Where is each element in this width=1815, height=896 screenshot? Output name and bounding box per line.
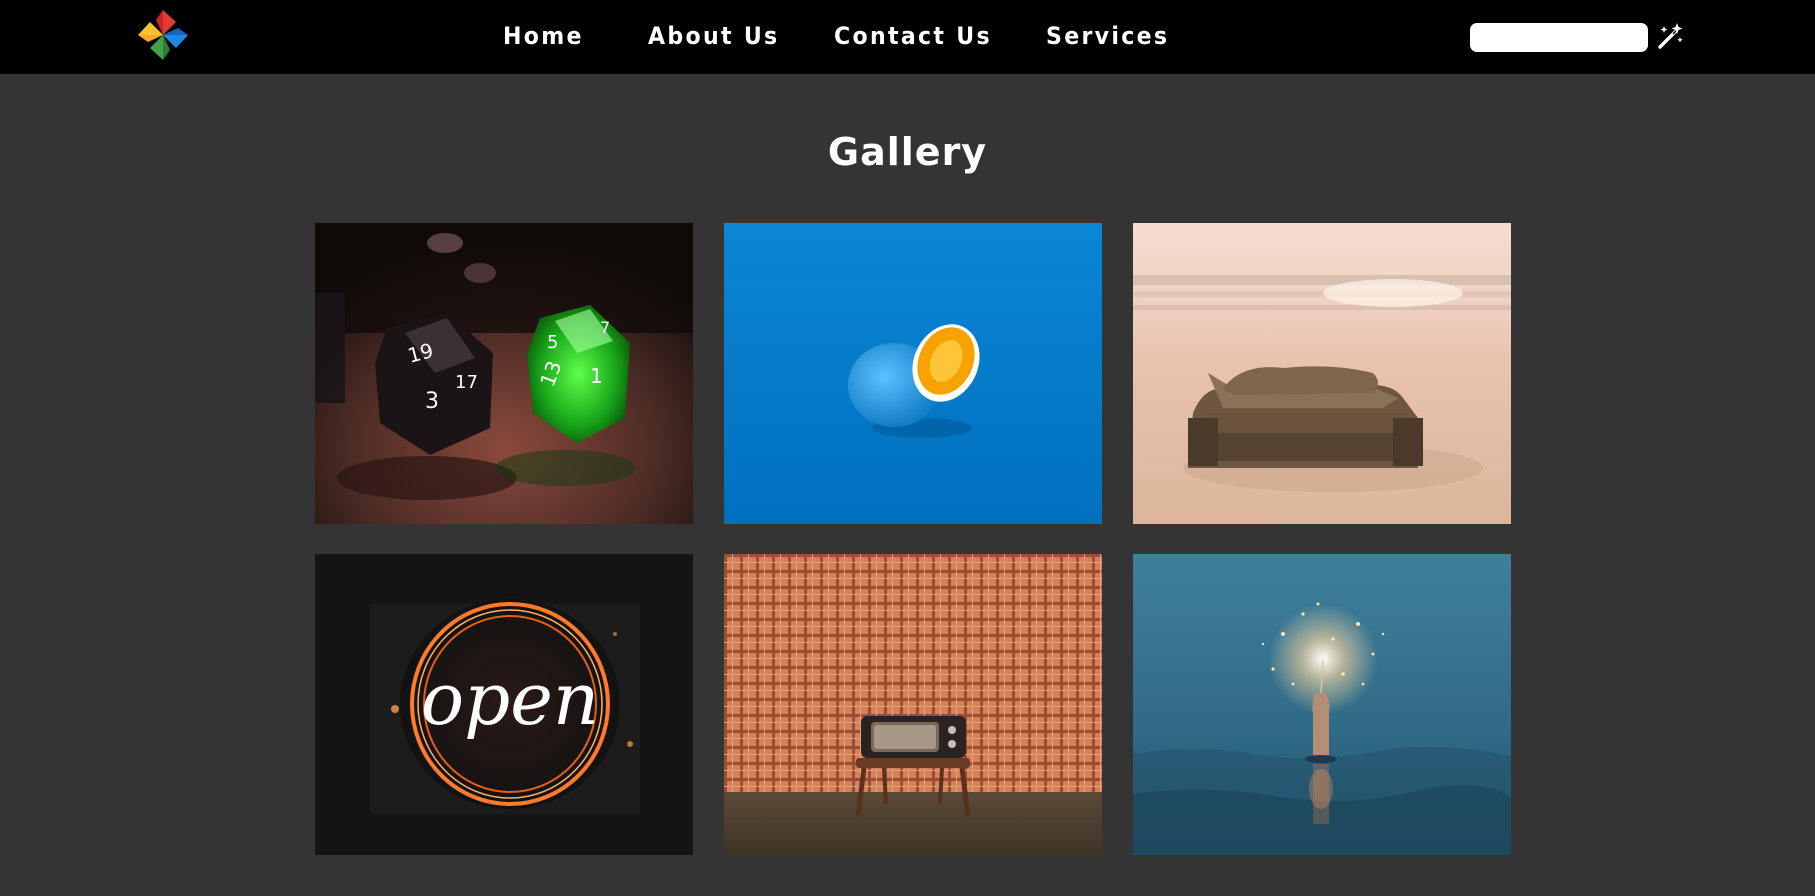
gallery-title: Gallery: [827, 130, 988, 174]
nav-about-link[interactable]: About Us: [648, 22, 780, 50]
neon-sign-text: open: [421, 657, 599, 741]
nav-home-link[interactable]: Home: [503, 22, 584, 50]
svg-text:1: 1: [590, 364, 603, 388]
search-input[interactable]: [1470, 23, 1648, 52]
svg-text:7: 7: [600, 318, 610, 337]
nav-contact-link[interactable]: Contact Us: [834, 22, 992, 50]
svg-text:3: 3: [425, 389, 439, 414]
gallery-image-blue-orange[interactable]: [724, 223, 1102, 524]
svg-text:5: 5: [547, 332, 558, 353]
gallery-image-dice[interactable]: 19 17 3 5 13 1 7: [315, 223, 693, 524]
magic-wand-icon[interactable]: [1656, 22, 1684, 50]
gallery-image-neon-open[interactable]: open: [315, 554, 693, 855]
gallery-image-retro-tv[interactable]: [724, 554, 1102, 855]
nav-services-link[interactable]: Services: [1046, 22, 1169, 50]
svg-text:17: 17: [455, 372, 478, 393]
gallery-image-beach-sofa[interactable]: [1133, 223, 1511, 524]
gallery-image-sparkler-sea[interactable]: [1133, 554, 1511, 855]
navbar: Home About Us Contact Us Services: [0, 0, 1815, 74]
gallery-grid: 19 17 3 5 13 1 7 open: [315, 223, 1511, 855]
